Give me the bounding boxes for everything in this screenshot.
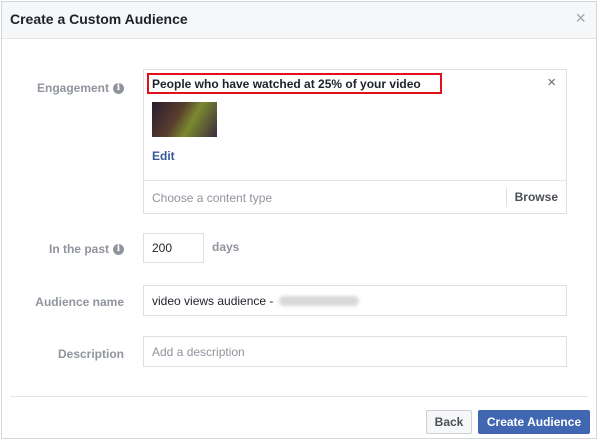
days-input[interactable] <box>143 233 204 263</box>
browse-button[interactable]: Browse <box>506 187 566 207</box>
back-button[interactable]: Back <box>426 410 472 434</box>
engagement-selected-text: People who have watched at 25% of your v… <box>152 77 421 91</box>
info-icon[interactable]: i <box>113 82 124 94</box>
description-label-row: Description <box>58 347 124 361</box>
dialog-title: Create a Custom Audience <box>10 11 188 27</box>
remove-icon[interactable]: × <box>547 74 556 91</box>
description-label: Description <box>57 347 124 361</box>
edit-link[interactable]: Edit <box>152 149 175 163</box>
audience-name-value: video views audience - <box>152 293 274 308</box>
description-input[interactable]: Add a description <box>143 336 567 367</box>
create-audience-button[interactable]: Create Audience <box>478 410 590 434</box>
video-thumbnail <box>152 102 217 137</box>
content-type-input[interactable] <box>144 181 504 214</box>
engagement-label: Engagement <box>36 81 109 95</box>
custom-audience-dialog: Create a Custom Audience × Engagement i … <box>1 1 597 439</box>
content-type-row: Browse <box>144 180 566 214</box>
footer-divider <box>10 396 588 397</box>
audience-name-label-row: Audience name <box>35 295 124 309</box>
audience-name-input[interactable]: video views audience - <box>143 285 567 316</box>
days-unit-label: days <box>212 240 240 254</box>
dialog-header: Create a Custom Audience × <box>2 2 596 39</box>
audience-name-label: Audience name <box>35 295 124 309</box>
in-the-past-label: In the past <box>48 242 109 256</box>
info-icon[interactable]: i <box>113 243 124 255</box>
engagement-box: People who have watched at 25% of your v… <box>143 69 567 214</box>
in-the-past-label-row: In the past i <box>49 242 124 256</box>
engagement-label-row: Engagement i <box>37 81 124 95</box>
close-icon[interactable]: × <box>575 8 586 29</box>
blurred-text <box>279 295 360 306</box>
description-placeholder: Add a description <box>152 344 245 359</box>
